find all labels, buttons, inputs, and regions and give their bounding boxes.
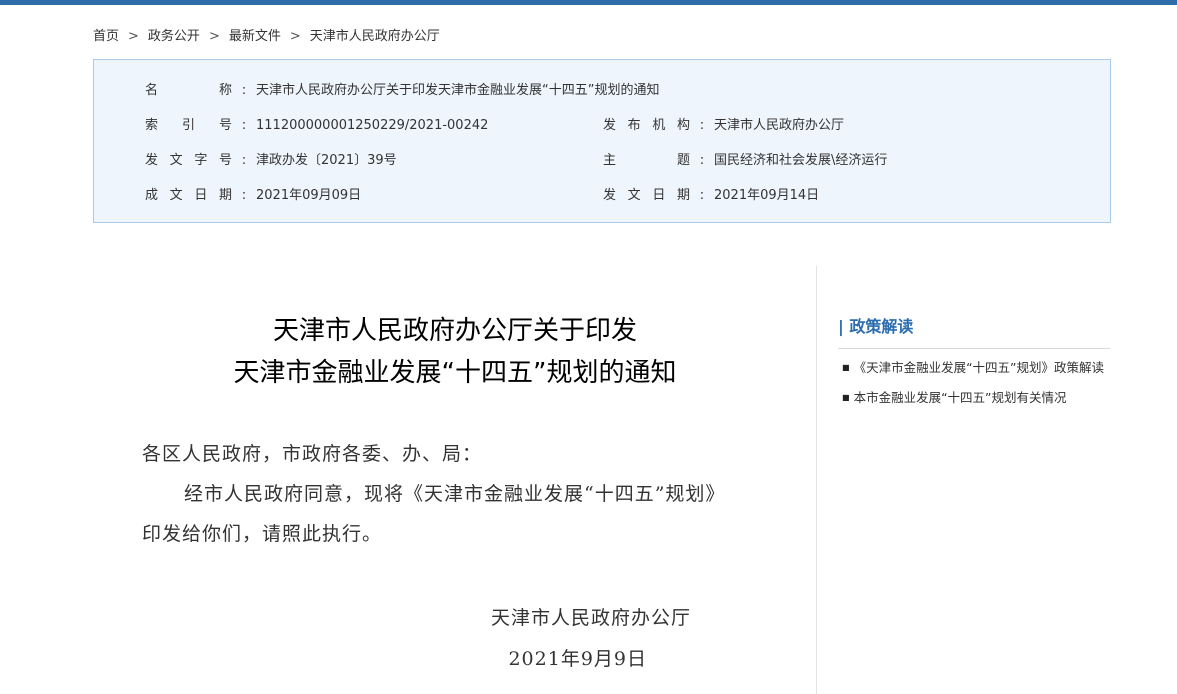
top-accent-bar — [0, 0, 1177, 5]
sidebar-link-related-situation[interactable]: 本市金融业发展“十四五”规划有关情况 — [854, 390, 1067, 405]
breadcrumb-separator: > — [128, 29, 139, 44]
topic-label: 主题 — [603, 153, 690, 168]
info-row-topic: 主题: 国民经济和社会发展\经济运行 — [603, 151, 887, 171]
created-date-label: 成文日期 — [145, 188, 232, 203]
issued-date-value: 2021年09月14日 — [714, 188, 820, 203]
signature-organization: 天津市人民政府办公厅 — [490, 607, 691, 629]
info-row-name: 名称: 天津市人民政府办公厅关于印发天津市金融业发展“十四五”规划的通知 — [145, 81, 659, 101]
policy-interpretation-sidebar: | 政策解读 ■ 《天津市金融业发展“十四五”规划》政策解读 ■ 本市金融业发展“十… — [838, 316, 1110, 417]
document-title-line-2: 天津市金融业发展“十四五”规划的通知 — [233, 358, 677, 388]
colon: : — [241, 118, 247, 133]
breadcrumb-gov-affairs-link[interactable]: 政务公开 — [148, 29, 200, 44]
sidebar-link-list: ■ 《天津市金融业发展“十四五”规划》政策解读 ■ 本市金融业发展“十四五”规划有关… — [838, 357, 1110, 408]
column-divider — [816, 266, 817, 694]
bullet-square-icon: ■ — [842, 393, 850, 402]
info-row-index: 索引号:111200000001250229/2021-00242 — [145, 116, 488, 136]
issued-date-label: 发文日期 — [603, 188, 690, 203]
colon: : — [241, 83, 247, 98]
list-item: ■ 《天津市金融业发展“十四五”规划》政策解读 — [838, 357, 1110, 378]
bullet-square-icon: ■ — [842, 363, 850, 372]
document-paragraph: 经市人民政府同意，现将《天津市金融业发展“十四五”规划》印发给你们，请照此执行。 — [142, 483, 726, 545]
topic-value: 国民经济和社会发展\经济运行 — [714, 153, 888, 168]
breadcrumb-separator: > — [289, 29, 301, 44]
info-row-issued: 发文日期:2021年09月14日 — [603, 186, 819, 206]
colon: : — [241, 153, 247, 168]
created-date-value: 2021年09月09日 — [256, 188, 362, 203]
doc-no-label: 发文字号 — [145, 153, 232, 168]
info-row-doc-no: 发文字号: 津政办发〔2021〕39号 — [145, 151, 397, 171]
colon: : — [699, 118, 705, 133]
publisher-label: 发布机构 — [603, 118, 690, 133]
colon: : — [699, 188, 705, 203]
name-label: 名称 — [145, 83, 232, 98]
list-item: ■ 本市金融业发展“十四五”规划有关情况 — [838, 387, 1110, 408]
breadcrumb-separator: > — [208, 29, 220, 44]
breadcrumb-home-link[interactable]: 首页 — [93, 29, 119, 44]
sidebar-divider — [838, 348, 1110, 349]
publisher-value: 天津市人民政府办公厅 — [714, 118, 845, 133]
document-info-panel: 名称: 天津市人民政府办公厅关于印发天津市金融业发展“十四五”规划的通知 索引号:… — [93, 59, 1111, 223]
info-row-created: 成文日期:2021年09月09日 — [145, 186, 361, 206]
colon: : — [241, 188, 247, 203]
breadcrumb-office-link[interactable]: 天津市人民政府办公厅 — [310, 29, 440, 44]
name-value: 天津市人民政府办公厅关于印发天津市金融业发展“十四五”规划的通知 — [256, 83, 660, 98]
doc-no-value: 津政办发〔2021〕39号 — [256, 153, 397, 168]
sidebar-link-policy-interpretation[interactable]: 《天津市金融业发展“十四五”规划》政策解读 — [854, 360, 1104, 375]
document-title: 天津市人民政府办公厅关于印发 天津市金融业发展“十四五”规划的通知 — [93, 310, 817, 394]
document-greeting: 各区人民政府，市政府各委、办、局： — [142, 443, 483, 465]
breadcrumb: 首页 > 政务公开 > 最新文件 > 天津市人民政府办公厅 — [93, 25, 440, 44]
sidebar-title: | 政策解读 — [838, 317, 914, 336]
colon: : — [699, 153, 705, 168]
info-row-publisher: 发布机构: 天津市人民政府办公厅 — [603, 116, 844, 136]
document-body: 天津市人民政府办公厅关于印发 天津市金融业发展“十四五”规划的通知 各区人民政府… — [93, 266, 817, 694]
document-title-line-1: 天津市人民政府办公厅关于印发 — [272, 316, 637, 346]
breadcrumb-latest-files-link[interactable]: 最新文件 — [229, 29, 281, 44]
index-label: 索引号 — [145, 118, 232, 133]
index-value: 111200000001250229/2021-00242 — [256, 118, 489, 133]
signature-date: 2021年9月9日 — [508, 648, 647, 670]
